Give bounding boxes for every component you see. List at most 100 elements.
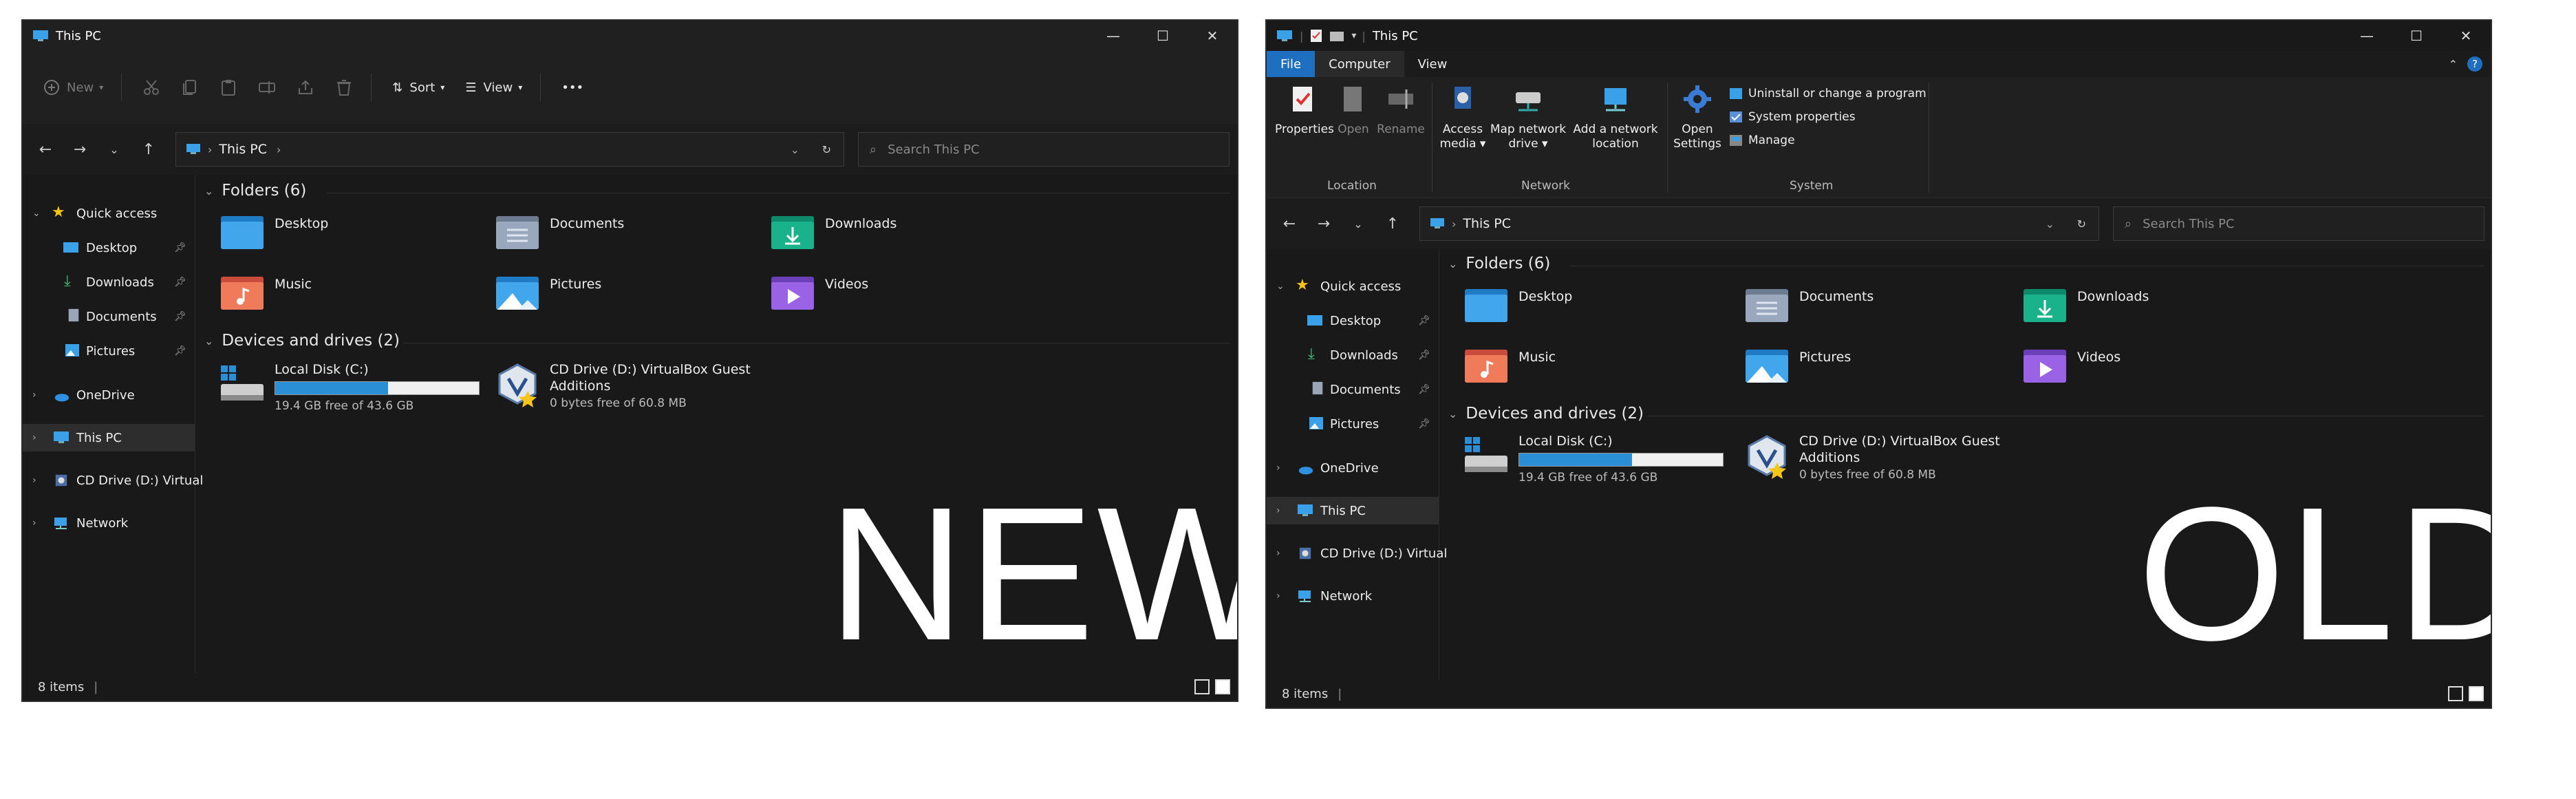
- folder-desktop[interactable]: Desktop: [219, 212, 328, 251]
- maximize-button[interactable]: ☐: [1138, 21, 1188, 51]
- sort-button[interactable]: ⇅ Sort ▾: [392, 81, 444, 95]
- recent-locations-chevron-icon[interactable]: ⌄: [1341, 217, 1375, 231]
- chevron-expanded-icon[interactable]: ⌄: [1276, 281, 1285, 292]
- more-options-button[interactable]: •••: [561, 81, 583, 95]
- up-arrow-icon[interactable]: ↑: [131, 141, 166, 158]
- qat-customize-icon[interactable]: ▾: [1351, 30, 1356, 41]
- large-icons-view-button[interactable]: [2469, 686, 2484, 701]
- folder-pictures[interactable]: Pictures: [495, 273, 601, 311]
- manage-button[interactable]: Manage: [1729, 134, 1795, 147]
- copy-button[interactable]: [181, 78, 199, 96]
- nav-this-pc[interactable]: › This PC: [23, 424, 195, 451]
- system-properties-button[interactable]: System properties: [1729, 110, 1856, 124]
- forward-arrow-icon[interactable]: →: [1307, 215, 1341, 233]
- address-bar[interactable]: › This PC ⌄ ↻: [1419, 206, 2099, 241]
- minimize-button[interactable]: —: [2342, 21, 2392, 51]
- folders-group-header[interactable]: ⌄ Folders (6): [1448, 255, 1550, 273]
- folder-music[interactable]: Music: [1463, 345, 1556, 384]
- devices-group-header[interactable]: ⌄ Devices and drives (2): [1448, 405, 1644, 423]
- nav-cd-drive[interactable]: › CD Drive (D:) Virtual: [1267, 540, 1447, 567]
- chevron-right-icon[interactable]: ›: [1276, 505, 1280, 516]
- nav-downloads[interactable]: ⤓ Downloads 📌︎: [23, 268, 195, 296]
- paste-button[interactable]: [219, 78, 237, 96]
- large-icons-view-button[interactable]: [1215, 679, 1230, 694]
- recent-locations-chevron-icon[interactable]: ⌄: [97, 143, 131, 156]
- rename-button[interactable]: [258, 78, 276, 96]
- properties-button[interactable]: Properties: [1275, 84, 1334, 137]
- chevron-right-icon[interactable]: ›: [32, 390, 36, 401]
- breadcrumb-this-pc[interactable]: This PC: [219, 142, 267, 157]
- devices-group-header[interactable]: ⌄ Devices and drives (2): [204, 332, 400, 350]
- folder-documents[interactable]: Documents: [1744, 285, 1874, 323]
- drive-local-disk-c[interactable]: Local Disk (C:) 19.4 GB free of 43.6 GB: [1463, 434, 1725, 489]
- breadcrumb-this-pc[interactable]: This PC: [1463, 216, 1511, 231]
- nav-quick-access[interactable]: ⌄ ★ Quick access: [23, 200, 195, 227]
- nav-documents[interactable]: Documents 📌︎: [23, 303, 195, 330]
- search-box[interactable]: ⌕ Search This PC: [2113, 206, 2484, 241]
- chevron-right-icon[interactable]: ›: [32, 432, 36, 443]
- tab-view[interactable]: View: [1404, 51, 1461, 77]
- open-settings-button[interactable]: Open Settings: [1671, 84, 1724, 151]
- minimize-button[interactable]: —: [1088, 21, 1138, 51]
- rename-button[interactable]: Rename: [1377, 84, 1425, 137]
- nav-quick-access[interactable]: ⌄ ★ Quick access: [1267, 273, 1439, 300]
- nav-pictures[interactable]: Pictures 📌︎: [23, 337, 195, 365]
- uninstall-program-button[interactable]: Uninstall or change a program: [1729, 87, 1926, 100]
- folder-desktop[interactable]: Desktop: [1463, 285, 1572, 323]
- new-button[interactable]: New ▾: [43, 79, 103, 96]
- help-icon[interactable]: ?: [2467, 56, 2482, 72]
- folder-documents[interactable]: Documents: [495, 212, 624, 251]
- tab-file[interactable]: File: [1267, 51, 1316, 77]
- chevron-right-icon[interactable]: ›: [1276, 462, 1280, 473]
- search-box[interactable]: ⌕ Search This PC: [858, 132, 1230, 167]
- refresh-icon[interactable]: ↻: [2077, 217, 2086, 231]
- up-arrow-icon[interactable]: ↑: [1375, 215, 1410, 233]
- nav-downloads[interactable]: ⤓ Downloads 📌︎: [1267, 341, 1439, 369]
- folder-downloads[interactable]: Downloads: [770, 212, 897, 251]
- details-view-button[interactable]: [2448, 686, 2463, 701]
- folder-pictures[interactable]: Pictures: [1744, 345, 1851, 384]
- share-button[interactable]: [297, 78, 314, 96]
- tab-computer[interactable]: Computer: [1315, 51, 1404, 77]
- maximize-button[interactable]: ☐: [2392, 21, 2441, 51]
- nav-pictures[interactable]: Pictures 📌︎: [1267, 410, 1439, 438]
- nav-onedrive[interactable]: › OneDrive: [23, 381, 195, 409]
- nav-documents[interactable]: Documents 📌︎: [1267, 376, 1439, 403]
- drive-cd-d[interactable]: CD Drive (D:) VirtualBox Guest Additions…: [495, 362, 756, 417]
- address-dropdown-icon[interactable]: ⌄: [2046, 217, 2054, 231]
- back-arrow-icon[interactable]: ←: [28, 141, 63, 158]
- title-bar[interactable]: This PC — ☐ ✕: [23, 21, 1237, 51]
- folder-music[interactable]: Music: [219, 273, 312, 311]
- nav-this-pc[interactable]: › This PC: [1267, 497, 1439, 524]
- details-view-button[interactable]: [1194, 679, 1210, 694]
- nav-desktop[interactable]: Desktop 📌︎: [23, 234, 195, 262]
- folder-videos[interactable]: Videos: [2022, 345, 2121, 384]
- close-button[interactable]: ✕: [1188, 21, 1237, 51]
- map-network-drive-button[interactable]: Map network drive ▾: [1488, 84, 1568, 151]
- back-arrow-icon[interactable]: ←: [1272, 215, 1307, 233]
- chevron-expanded-icon[interactable]: ⌄: [32, 208, 41, 219]
- view-button[interactable]: ☰ View ▾: [465, 81, 522, 95]
- access-media-button[interactable]: Access media ▾: [1439, 84, 1487, 151]
- properties-qat-icon[interactable]: [1310, 29, 1322, 43]
- cut-button[interactable]: [142, 78, 160, 96]
- drive-local-disk-c[interactable]: Local Disk (C:) 19.4 GB free of 43.6 GB: [219, 362, 481, 417]
- nav-network[interactable]: › Network: [23, 509, 195, 537]
- drive-cd-d[interactable]: CD Drive (D:) VirtualBox Guest Additions…: [1744, 434, 2006, 489]
- chevron-right-icon[interactable]: ›: [32, 518, 36, 529]
- forward-arrow-icon[interactable]: →: [63, 141, 97, 158]
- add-network-location-button[interactable]: Add a network location: [1569, 84, 1662, 151]
- nav-network[interactable]: › Network: [1267, 582, 1439, 610]
- collapse-ribbon-icon[interactable]: ⌃: [2449, 58, 2458, 71]
- new-folder-qat-icon[interactable]: [1329, 30, 1344, 42]
- chevron-right-icon[interactable]: ›: [32, 475, 36, 486]
- open-button[interactable]: Open: [1333, 84, 1374, 137]
- nav-desktop[interactable]: Desktop 📌︎: [1267, 307, 1439, 334]
- title-bar[interactable]: | ▾ | This PC — ☐ ✕: [1267, 21, 2491, 51]
- chevron-right-icon[interactable]: ›: [1276, 590, 1280, 601]
- folder-videos[interactable]: Videos: [770, 273, 868, 311]
- folder-downloads[interactable]: Downloads: [2022, 285, 2149, 323]
- address-dropdown-icon[interactable]: ⌄: [791, 143, 799, 156]
- address-bar[interactable]: › This PC › ⌄ ↻: [175, 132, 844, 167]
- nav-cd-drive[interactable]: › CD Drive (D:) Virtual: [23, 467, 203, 494]
